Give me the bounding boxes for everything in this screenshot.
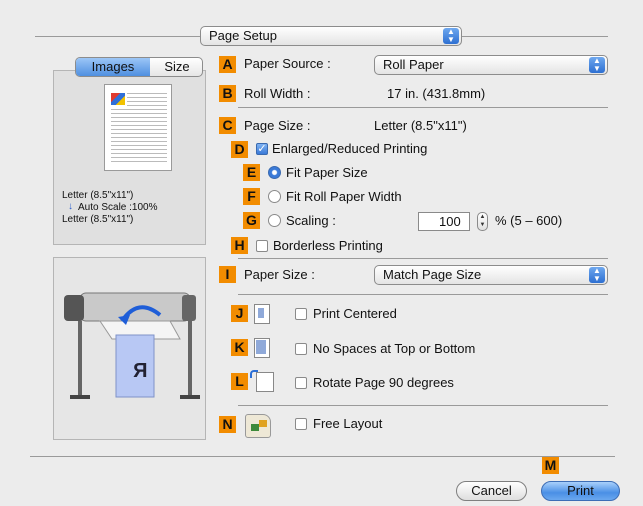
tab-size[interactable]: Size	[151, 58, 202, 76]
thumbnail-image-icon	[111, 93, 125, 105]
badge-k: K	[231, 339, 248, 356]
divider-after-rotate	[238, 405, 608, 406]
badge-i: I	[219, 266, 236, 283]
preview-arrow-icon: ↓	[68, 201, 73, 212]
paper-size-label: Paper Size :	[244, 267, 315, 282]
paper-source-popup[interactable]: Roll Paper ▲ ▼	[374, 55, 608, 75]
paper-size-value: Match Page Size	[383, 267, 482, 282]
top-divider-left	[35, 36, 200, 37]
badge-j: J	[231, 305, 248, 322]
badge-f: F	[243, 188, 260, 205]
roll-width-label: Roll Width :	[244, 86, 311, 101]
fit-paper-size-label: Fit Paper Size	[286, 165, 368, 180]
badge-c: C	[219, 117, 236, 134]
scaling-input[interactable]: 100	[418, 212, 470, 231]
badge-n: N	[219, 416, 236, 433]
no-spaces-checkbox[interactable]	[295, 343, 307, 355]
page-setup-popup[interactable]: Page Setup ▲ ▼	[200, 26, 462, 46]
badge-b: B	[219, 85, 236, 102]
printer-sheet-letter: R	[133, 360, 148, 382]
preview-output-size: Letter (8.5"x11")	[62, 214, 134, 225]
divider-after-borderless	[238, 258, 608, 259]
paper-size-arrows-icon: ▲ ▼	[589, 267, 605, 283]
paper-size-popup[interactable]: Match Page Size ▲ ▼	[374, 265, 608, 285]
scaling-stepper[interactable]: ▲ ▼	[477, 212, 488, 231]
printer-illustration-icon	[64, 292, 200, 399]
free-layout-checkbox[interactable]	[295, 418, 307, 430]
scaling-label: Scaling :	[286, 213, 336, 228]
borderless-checkbox[interactable]	[256, 240, 268, 252]
badge-a: A	[219, 56, 236, 73]
top-divider-right	[462, 36, 608, 37]
divider-after-paper-size	[238, 294, 608, 295]
no-spaces-icon	[250, 336, 272, 360]
rotate-label: Rotate Page 90 degrees	[313, 375, 454, 390]
free-layout-icon	[243, 410, 277, 440]
paper-source-arrows-icon: ▲ ▼	[589, 57, 605, 73]
fit-paper-size-radio[interactable]	[268, 166, 281, 179]
tab-images[interactable]: Images	[76, 58, 150, 76]
badge-m: M	[542, 457, 559, 474]
badge-d: D	[231, 141, 248, 158]
page-size-value: Letter (8.5"x11")	[374, 118, 467, 133]
scaling-range: % (5 – 600)	[495, 213, 563, 228]
divider-after-roll-width	[238, 107, 608, 108]
fit-roll-paper-width-label: Fit Roll Paper Width	[286, 189, 402, 204]
rotate-page-icon	[250, 370, 274, 394]
print-centered-checkbox[interactable]	[295, 308, 307, 320]
preview-auto-scale: Auto Scale :100%	[78, 202, 158, 213]
page-thumbnail	[104, 84, 172, 171]
popup-arrows-icon: ▲ ▼	[443, 28, 459, 44]
print-button[interactable]: Print	[541, 481, 620, 501]
borderless-label: Borderless Printing	[273, 238, 383, 253]
badge-l: L	[231, 373, 248, 390]
paper-source-value: Roll Paper	[383, 57, 444, 72]
cancel-button[interactable]: Cancel	[456, 481, 527, 501]
roll-width-value: 17 in. (431.8mm)	[387, 86, 486, 101]
page-setup-label: Page Setup	[209, 28, 277, 43]
fit-roll-paper-width-radio[interactable]	[268, 190, 281, 203]
rotate-checkbox[interactable]	[295, 377, 307, 389]
enlarged-reduced-label: Enlarged/Reduced Printing	[272, 141, 428, 156]
badge-g: G	[243, 212, 260, 229]
free-layout-label: Free Layout	[313, 416, 383, 431]
no-spaces-label: No Spaces at Top or Bottom	[313, 341, 476, 356]
paper-source-label: Paper Source :	[244, 56, 331, 71]
enlarged-reduced-checkbox[interactable]: ✓	[256, 143, 268, 155]
scaling-radio[interactable]	[268, 214, 281, 227]
print-centered-label: Print Centered	[313, 306, 397, 321]
thumbnail-text-lines-bottom	[111, 109, 167, 163]
page-size-label: Page Size :	[244, 118, 311, 133]
print-centered-icon	[250, 302, 272, 326]
badge-h: H	[231, 237, 248, 254]
preview-tab-group: Images Size	[75, 57, 203, 77]
badge-e: E	[243, 164, 260, 181]
divider-bottom	[30, 456, 615, 457]
